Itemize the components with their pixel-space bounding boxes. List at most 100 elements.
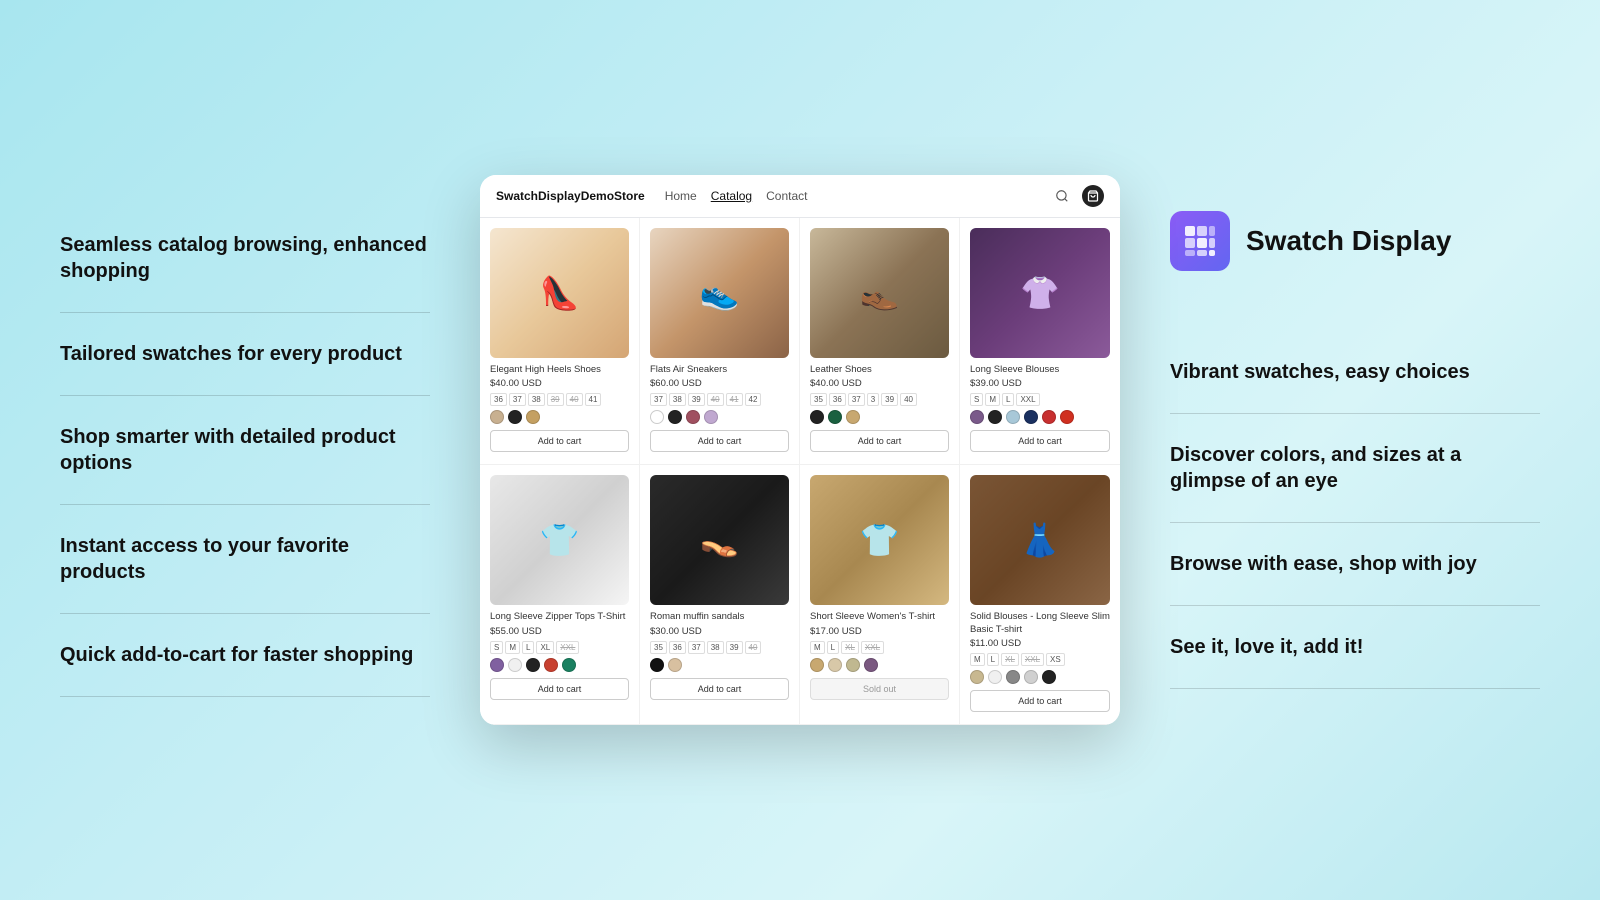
- swatch[interactable]: [1042, 410, 1056, 424]
- swatch[interactable]: [704, 410, 718, 424]
- size-badge[interactable]: S: [490, 641, 503, 654]
- nav-links: Home Catalog Contact: [665, 189, 808, 203]
- size-badge[interactable]: 37: [509, 393, 526, 406]
- size-badge[interactable]: 39: [726, 641, 743, 654]
- right-features-panel: Swatch Display Vibrant swatches, easy ch…: [1170, 0, 1540, 900]
- nav-catalog[interactable]: Catalog: [711, 189, 752, 203]
- size-badge[interactable]: L: [1002, 393, 1014, 406]
- swatch[interactable]: [508, 410, 522, 424]
- add-to-cart-button-4[interactable]: Add to cart: [970, 430, 1110, 452]
- swatch[interactable]: [1024, 670, 1038, 684]
- swatch[interactable]: [668, 658, 682, 672]
- swatch[interactable]: [668, 410, 682, 424]
- size-badge[interactable]: XL: [536, 641, 554, 654]
- size-options-4: S M L XXL: [970, 393, 1110, 406]
- swatch[interactable]: [846, 410, 860, 424]
- size-badge[interactable]: 37: [688, 641, 705, 654]
- swatch[interactable]: [864, 658, 878, 672]
- swatch[interactable]: [1006, 670, 1020, 684]
- size-badge[interactable]: XXL: [1016, 393, 1039, 406]
- add-to-cart-button-6[interactable]: Add to cart: [650, 678, 789, 700]
- size-badge[interactable]: 3: [867, 393, 879, 406]
- swatch[interactable]: [1024, 410, 1038, 424]
- product-image-7: 👕: [810, 475, 949, 605]
- swatch[interactable]: [686, 410, 700, 424]
- size-badge[interactable]: XS: [1046, 653, 1065, 666]
- swatch[interactable]: [526, 410, 540, 424]
- size-badge[interactable]: 37: [650, 393, 667, 406]
- product-price-6: $30.00 USD: [650, 626, 789, 637]
- size-badge[interactable]: 36: [829, 393, 846, 406]
- add-to-cart-button-2[interactable]: Add to cart: [650, 430, 789, 452]
- left-feature-3-title: Shop smarter with detailed product optio…: [60, 424, 430, 476]
- swatch[interactable]: [810, 410, 824, 424]
- swatch[interactable]: [508, 658, 522, 672]
- swatch[interactable]: [562, 658, 576, 672]
- product-price-3: $40.00 USD: [810, 378, 949, 389]
- swatch[interactable]: [846, 658, 860, 672]
- swatch[interactable]: [810, 658, 824, 672]
- size-badge[interactable]: M: [985, 393, 1000, 406]
- swatch[interactable]: [526, 658, 540, 672]
- swatch[interactable]: [828, 658, 842, 672]
- product-name-7: Short Sleeve Women's T-shirt: [810, 611, 949, 623]
- swatch[interactable]: [650, 658, 664, 672]
- cart-icon[interactable]: [1082, 185, 1104, 207]
- size-badge[interactable]: 39: [688, 393, 705, 406]
- swatch[interactable]: [1042, 670, 1056, 684]
- nav-contact[interactable]: Contact: [766, 189, 807, 203]
- size-badge[interactable]: 38: [669, 393, 686, 406]
- search-icon[interactable]: [1052, 186, 1072, 206]
- size-badge[interactable]: M: [970, 653, 985, 666]
- swatch[interactable]: [970, 670, 984, 684]
- size-badge[interactable]: M: [505, 641, 520, 654]
- size-badge[interactable]: XXL: [556, 641, 579, 654]
- size-options-1: 36 37 38 39 40 41: [490, 393, 629, 406]
- size-badge[interactable]: 40: [566, 393, 583, 406]
- size-badge[interactable]: S: [970, 393, 983, 406]
- size-badge[interactable]: 40: [707, 393, 724, 406]
- size-badge[interactable]: 36: [669, 641, 686, 654]
- size-badge[interactable]: 41: [585, 393, 602, 406]
- size-badge[interactable]: 35: [650, 641, 667, 654]
- size-badge[interactable]: 41: [726, 393, 743, 406]
- swatch[interactable]: [988, 410, 1002, 424]
- size-badge[interactable]: 36: [490, 393, 507, 406]
- nav-icons: [1052, 185, 1104, 207]
- add-to-cart-button-5[interactable]: Add to cart: [490, 678, 629, 700]
- size-badge[interactable]: L: [987, 653, 999, 666]
- size-badge[interactable]: 37: [848, 393, 865, 406]
- swatch[interactable]: [828, 410, 842, 424]
- size-badge[interactable]: 38: [528, 393, 545, 406]
- nav-home[interactable]: Home: [665, 189, 697, 203]
- add-to-cart-button-8[interactable]: Add to cart: [970, 690, 1110, 712]
- size-badge[interactable]: 39: [547, 393, 564, 406]
- swatch[interactable]: [490, 658, 504, 672]
- add-to-cart-button-1[interactable]: Add to cart: [490, 430, 629, 452]
- product-price-8: $11.00 USD: [970, 638, 1110, 649]
- size-badge[interactable]: 39: [881, 393, 898, 406]
- size-badge[interactable]: L: [522, 641, 534, 654]
- swatch[interactable]: [1060, 410, 1074, 424]
- size-badge[interactable]: 40: [900, 393, 917, 406]
- size-badge[interactable]: 38: [707, 641, 724, 654]
- size-badge[interactable]: 42: [745, 393, 762, 406]
- right-feature-1-title: Vibrant swatches, easy choices: [1170, 359, 1540, 385]
- swatch[interactable]: [490, 410, 504, 424]
- size-badge[interactable]: 40: [745, 641, 762, 654]
- size-badge[interactable]: L: [827, 641, 839, 654]
- swatch[interactable]: [988, 670, 1002, 684]
- swatch[interactable]: [970, 410, 984, 424]
- size-badge[interactable]: XXL: [1021, 653, 1044, 666]
- size-badge[interactable]: 35: [810, 393, 827, 406]
- swatch[interactable]: [650, 410, 664, 424]
- size-badge[interactable]: XL: [841, 641, 859, 654]
- product-card-2: 👟 Flats Air Sneakers $60.00 USD 37 38 39…: [640, 218, 800, 465]
- swatch[interactable]: [1006, 410, 1020, 424]
- size-badge[interactable]: XXL: [861, 641, 884, 654]
- size-badge[interactable]: XL: [1001, 653, 1019, 666]
- swatch[interactable]: [544, 658, 558, 672]
- color-swatches-4: [970, 410, 1110, 424]
- add-to-cart-button-3[interactable]: Add to cart: [810, 430, 949, 452]
- size-badge[interactable]: M: [810, 641, 825, 654]
